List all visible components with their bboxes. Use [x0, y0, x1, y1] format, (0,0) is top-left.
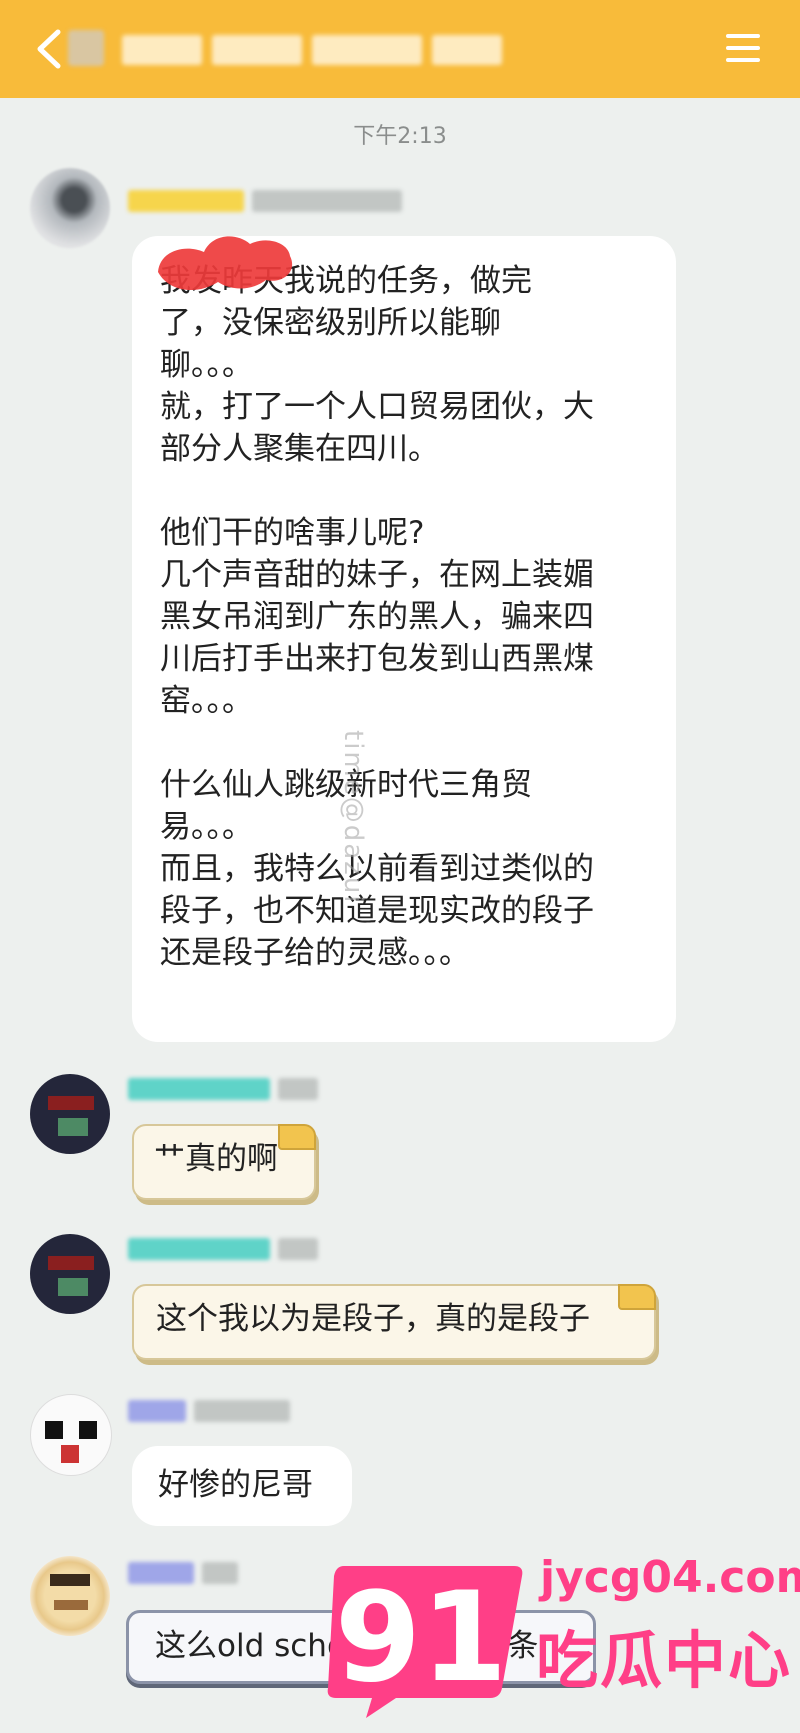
- sender-name-redacted: [128, 1236, 318, 1262]
- bubble-corner-decoration: [278, 1124, 316, 1150]
- message-text: 我发昨天我说的任务，做完 了，没保密级别所以能聊 聊。。。 就，打了一个人口贸易…: [160, 263, 594, 971]
- message-bubble[interactable]: 好惨的尼哥: [132, 1446, 352, 1526]
- text-watermark: time@dazui: [338, 730, 368, 905]
- message-bubble[interactable]: 艹真的啊: [132, 1124, 316, 1200]
- sender-name-redacted: [128, 1398, 290, 1424]
- bubble-corner-decoration: [618, 1284, 656, 1310]
- chevron-left-icon[interactable]: [28, 26, 68, 72]
- message-timestamp: 下午2:13: [353, 124, 447, 149]
- red-redaction-scribble: [158, 236, 293, 291]
- sender-name-redacted: [128, 1560, 238, 1586]
- avatar[interactable]: [30, 168, 110, 248]
- avatar[interactable]: [30, 1074, 110, 1154]
- message-bubble[interactable]: 这个我以为是段子，真的是段子: [132, 1284, 656, 1360]
- hamburger-menu-icon[interactable]: [726, 34, 760, 64]
- logo-domain: jycg04.com: [540, 1552, 800, 1603]
- avatar[interactable]: [30, 1394, 112, 1476]
- logo-watermark: 91: [326, 1558, 528, 1718]
- message-bubble[interactable]: 我发昨天我说的任务，做完 了，没保密级别所以能聊 聊。。。 就，打了一个人口贸易…: [132, 236, 676, 1042]
- avatar[interactable]: [30, 1556, 110, 1636]
- sender-name-redacted: [128, 188, 402, 214]
- message-text: 好惨的尼哥: [158, 1467, 313, 1503]
- sender-name-redacted: [128, 1076, 318, 1102]
- logo-text: 吃瓜中心: [536, 1624, 793, 1697]
- message-text: 艹真的啊: [154, 1141, 278, 1177]
- group-title-redacted: [122, 30, 512, 70]
- avatar[interactable]: [30, 1234, 110, 1314]
- logo-number: 91: [334, 1566, 508, 1710]
- message-text: 这个我以为是段子，真的是段子: [156, 1301, 590, 1337]
- group-avatar[interactable]: [68, 30, 104, 66]
- chat-header: [0, 0, 800, 98]
